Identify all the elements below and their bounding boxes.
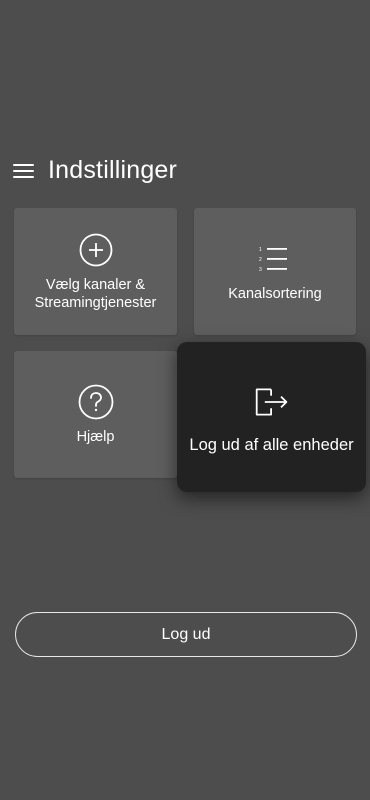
settings-screen: Indstillinger Vælg kanaler & Streamingtj… xyxy=(0,0,370,800)
logout-button[interactable]: Log ud xyxy=(15,612,357,657)
choose-channels-tile[interactable]: Vælg kanaler & Streamingtjenester xyxy=(14,208,177,335)
choose-channels-label-line2: Streamingtjenester xyxy=(34,294,157,311)
channel-sorting-label: Kanalsortering xyxy=(228,285,322,302)
svg-text:1: 1 xyxy=(259,247,262,253)
plus-circle-icon xyxy=(78,232,114,268)
svg-text:2: 2 xyxy=(259,257,262,263)
help-tile[interactable]: Hjælp xyxy=(14,351,177,478)
hamburger-menu-icon[interactable] xyxy=(13,162,35,180)
choose-channels-label: Vælg kanaler & Streamingtjenester xyxy=(35,276,157,312)
logout-all-devices-tile[interactable]: Log ud af alle enheder xyxy=(177,342,366,492)
logout-all-devices-label: Log ud af alle enheder xyxy=(189,436,354,454)
channel-sorting-tile[interactable]: 1 2 3 Kanalsortering xyxy=(194,208,356,335)
question-circle-icon xyxy=(78,384,114,420)
header: Indstillinger xyxy=(13,156,177,185)
svg-text:3: 3 xyxy=(259,267,262,272)
page-title: Indstillinger xyxy=(48,156,178,184)
numbered-list-icon: 1 2 3 xyxy=(257,241,293,277)
help-label: Hjælp xyxy=(76,428,115,445)
choose-channels-label-line1: Vælg kanaler & xyxy=(45,276,146,293)
logout-icon xyxy=(254,384,290,420)
